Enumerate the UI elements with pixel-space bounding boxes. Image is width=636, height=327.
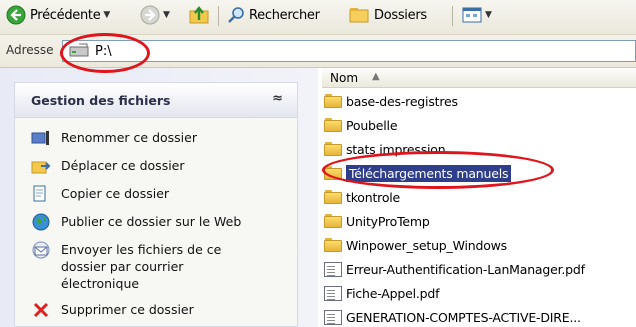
column-name-label: Nom [330,71,359,85]
toolbar-separator [452,6,453,26]
sort-ascending-icon: ▲ [372,71,380,82]
copy-icon [33,185,46,202]
file-name: Erreur-Authentification-LanManager.pdf [346,261,585,277]
pdf-file-icon [324,309,342,325]
forward-dropdown-icon[interactable]: ▼ [163,10,170,20]
pdf-file-icon [324,285,342,301]
folder-icon [324,237,342,253]
task-label: Déplacer ce dossier [61,158,185,173]
task-label: Envoyer les fichiers de ce dossier par c… [61,242,222,291]
file-name: Winpower_setup_Windows [346,237,507,253]
folder-icon [324,213,342,229]
rename-icon [31,131,49,145]
annotation-circle-address [60,33,150,73]
folder-icon [324,141,342,157]
list-item-folder[interactable]: base-des-registres [324,91,458,111]
column-header-name[interactable]: Nom ▲ [322,68,636,88]
folders-icon [349,8,369,23]
list-item-file[interactable]: Erreur-Authentification-LanManager.pdf [324,259,585,279]
search-button[interactable]: Rechercher [226,4,320,26]
task-label: Copier ce dossier [61,186,170,201]
back-button[interactable]: Précédente ▼ [6,4,110,26]
globe-icon [32,213,50,231]
task-pane: Gestion des fichiers ≈ Renommer ce dossi… [0,68,318,327]
forward-arrow-icon [140,5,160,25]
views-icon [462,7,482,23]
file-name: base-des-registres [346,93,458,109]
back-dropdown-icon[interactable]: ▼ [103,10,110,20]
list-item-folder[interactable]: Winpower_setup_Windows [324,235,507,255]
list-item-folder[interactable]: tkontrole [324,187,400,207]
search-icon [228,7,244,23]
panel-title: Gestion des fichiers [31,93,171,108]
forward-button[interactable]: ▼ [140,4,170,26]
list-item-file[interactable]: Fiche-Appel.pdf [324,283,440,303]
pdf-file-icon [324,261,342,277]
file-name: Poubelle [346,117,398,133]
folders-label: Dossiers [374,7,427,23]
task-email-files[interactable]: Envoyer les fichiers de ce dossier par c… [31,241,251,292]
back-label: Précédente [30,7,101,23]
task-publish-folder[interactable]: Publier ce dossier sur le Web [31,213,241,231]
file-name: GENERATION-COMPTES-ACTIVE-DIRE... [346,309,581,325]
mail-icon [32,241,50,259]
collapse-chevron-icon[interactable]: ≈ [272,91,283,106]
task-label: Renommer ce dossier [61,130,197,145]
toolbar: Précédente ▼ ▼ Rechercher Dossiers ▼ [0,0,636,35]
views-dropdown-icon[interactable]: ▼ [485,10,492,20]
search-label: Rechercher [249,7,320,23]
back-arrow-icon [6,5,26,25]
move-icon [31,161,51,174]
panel-header[interactable]: Gestion des fichiers ≈ [15,83,297,118]
folder-icon [324,93,342,109]
task-copy-folder[interactable]: Copier ce dossier [31,185,169,203]
address-label: Adresse [6,43,54,57]
up-folder-button[interactable] [188,4,210,26]
toolbar-separator [218,6,219,26]
list-item-folder[interactable]: Poubelle [324,115,398,135]
file-list: Nom ▲ base-des-registres Poubelle stats … [318,68,636,327]
folder-icon [324,189,342,205]
delete-icon [33,302,49,318]
file-tasks-panel: Gestion des fichiers ≈ Renommer ce dossi… [14,82,298,327]
list-item-folder[interactable]: UnityProTemp [324,211,430,231]
task-move-folder[interactable]: Déplacer ce dossier [31,157,185,175]
task-rename-folder[interactable]: Renommer ce dossier [31,129,197,147]
file-name: UnityProTemp [346,213,430,229]
task-label: Publier ce dossier sur le Web [61,214,242,229]
file-name: Fiche-Appel.pdf [346,285,440,301]
task-delete-folder[interactable]: Supprimer ce dossier [31,301,194,319]
annotation-circle-selected-folder [322,151,554,189]
task-label: Supprimer ce dossier [61,302,194,317]
up-folder-icon [189,6,209,24]
views-button[interactable]: ▼ [462,4,492,26]
file-name: tkontrole [346,189,401,205]
folders-button[interactable]: Dossiers [348,4,427,26]
list-item-file[interactable]: GENERATION-COMPTES-ACTIVE-DIRE... [324,307,581,327]
folder-icon [324,117,342,133]
